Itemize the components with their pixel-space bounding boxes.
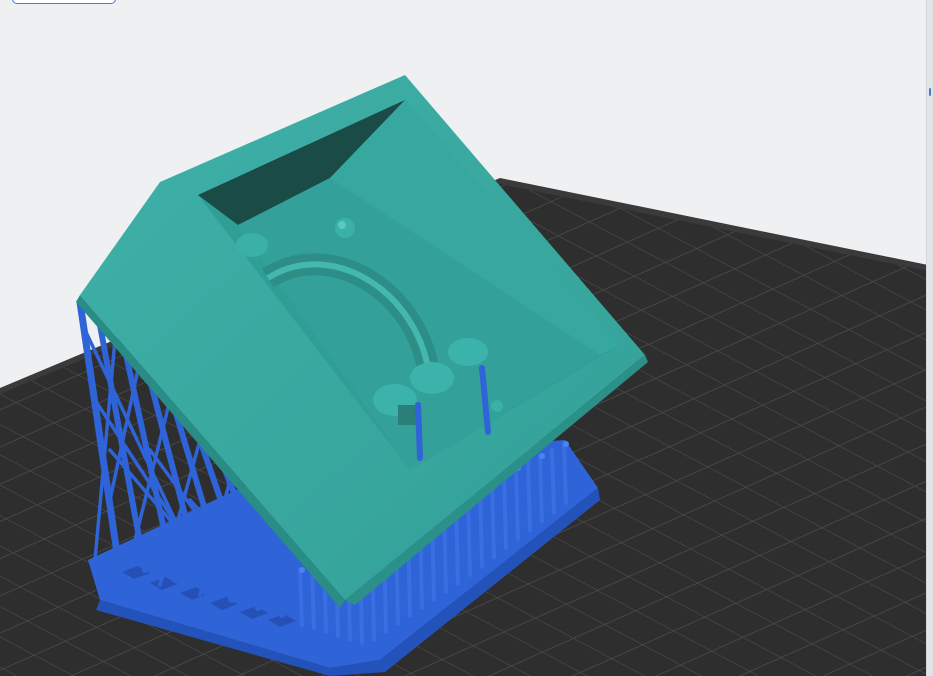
right-scrollbar[interactable] bbox=[926, 0, 933, 676]
scroll-marker bbox=[929, 88, 931, 96]
print-scene[interactable] bbox=[0, 0, 933, 676]
3d-viewport[interactable] bbox=[0, 0, 933, 676]
top-toolbar-button[interactable] bbox=[12, 0, 116, 4]
